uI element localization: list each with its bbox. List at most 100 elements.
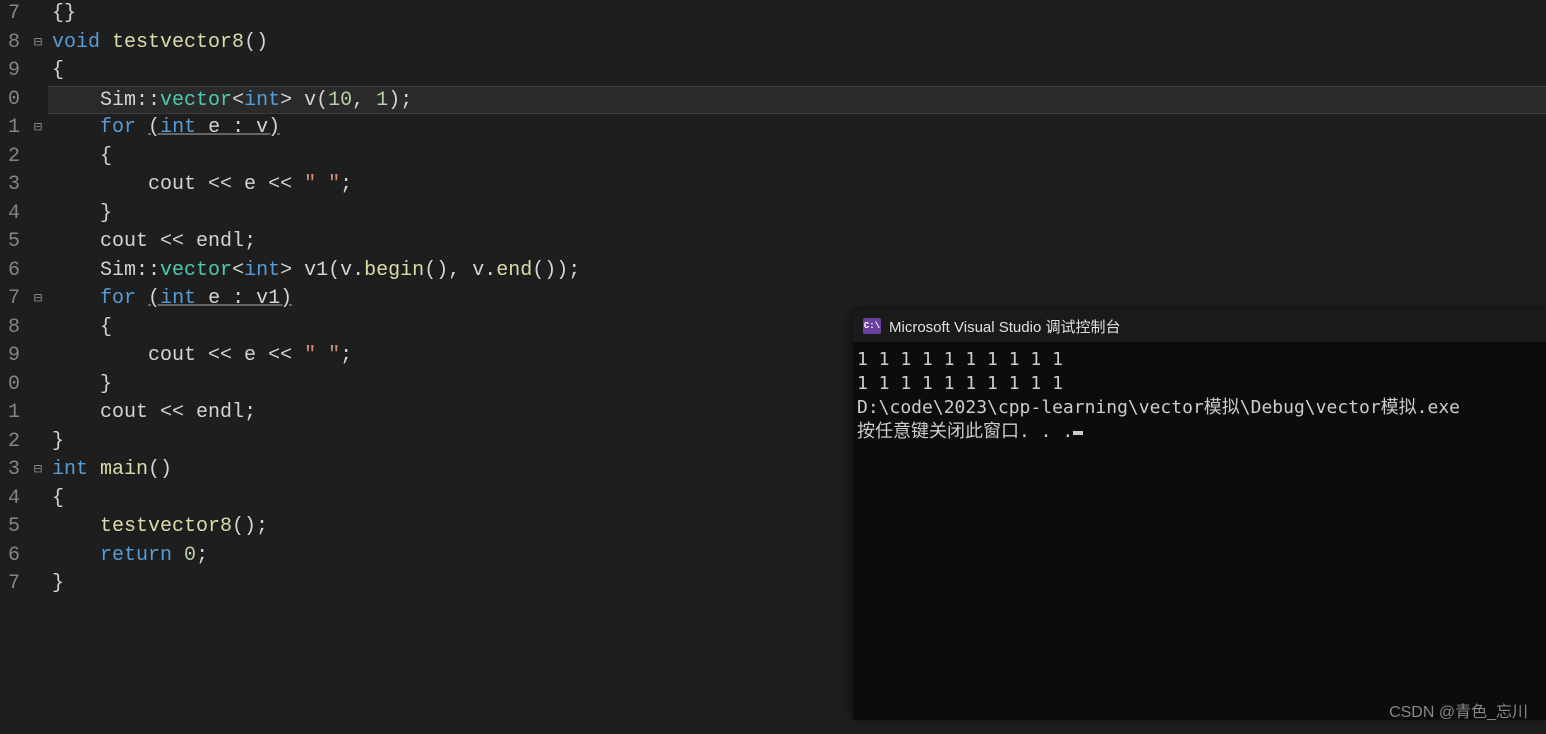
code-line[interactable]: { [52,143,1546,172]
fold-toggle-icon[interactable]: ⊟ [28,456,48,485]
code-token [100,31,112,54]
code-token: ( [148,116,160,139]
fold-toggle-icon[interactable]: ⊟ [28,285,48,314]
code-token: v [340,259,352,282]
code-token: :: [136,89,160,112]
code-line[interactable]: } [52,200,1546,229]
code-token [52,373,100,396]
fold-spacer [28,314,48,343]
code-token: 10 [328,89,352,112]
code-line[interactable]: {} [52,0,1546,29]
code-line[interactable]: cout << e << " "; [52,171,1546,200]
console-titlebar[interactable]: C:\ Microsoft Visual Studio 调试控制台 [853,310,1546,342]
fold-spacer [28,513,48,542]
fold-spacer [28,228,48,257]
code-token: << [160,401,196,424]
line-number: 3 [0,456,20,485]
code-token: cout [148,173,208,196]
code-token: int [160,116,196,139]
line-number: 6 [0,257,20,286]
code-token: vector [160,89,232,112]
code-line[interactable]: void testvector8() [52,29,1546,58]
code-token: int [244,259,280,282]
fold-spacer [28,57,48,86]
code-token: main [100,458,148,481]
fold-spacer [28,342,48,371]
line-number-gutter: 789012345678901234567 [0,0,28,734]
code-token: << [208,173,244,196]
code-token: v [244,116,268,139]
code-token: ( [316,89,328,112]
code-token: . [484,259,496,282]
code-token: 0 [184,544,196,567]
fold-spacer [28,371,48,400]
code-token: " " [304,173,340,196]
code-token: { [100,316,112,339]
code-token: for [100,116,136,139]
code-token [52,145,100,168]
code-line[interactable]: Sim::vector<int> v1(v.begin(), v.end()); [52,257,1546,286]
code-token: } [100,373,112,396]
fold-toggle-icon[interactable]: ⊟ [28,114,48,143]
code-line[interactable]: for (int e : v) [52,114,1546,143]
code-token [52,287,100,310]
code-token: (); [232,515,268,538]
line-number: 1 [0,399,20,428]
fold-spacer [28,171,48,200]
code-token: testvector8 [100,515,232,538]
fold-spacer [28,200,48,229]
code-token: cout [100,401,160,424]
code-token: cout [100,230,160,253]
code-token: < [232,259,244,282]
line-number: 9 [0,342,20,371]
code-token [52,259,100,282]
console-app-icon: C:\ [863,318,881,334]
fold-spacer [28,257,48,286]
code-token: e [196,116,232,139]
code-token: int [244,89,280,112]
fold-spacer [28,399,48,428]
code-token: ; [244,401,256,424]
fold-spacer [28,542,48,571]
code-token [52,173,148,196]
code-token: } [100,202,112,225]
code-token [52,202,100,225]
code-token: { [100,145,112,168]
console-title: Microsoft Visual Studio 调试控制台 [889,316,1120,337]
debug-console-window[interactable]: C:\ Microsoft Visual Studio 调试控制台 1 1 1 … [853,310,1546,720]
code-token: . [352,259,364,282]
line-number: 7 [0,0,20,29]
code-token: e [244,173,268,196]
code-token: 1 [376,89,388,112]
code-token: ()); [532,259,580,282]
console-output[interactable]: 1 1 1 1 1 1 1 1 1 11 1 1 1 1 1 1 1 1 1D:… [853,342,1546,450]
code-token [136,287,148,310]
line-number: 0 [0,86,20,115]
fold-spacer [28,86,48,115]
code-line[interactable]: cout << endl; [52,228,1546,257]
console-line: 按任意键关闭此窗口. . . [857,420,1542,444]
fold-gutter[interactable]: ⊟ ⊟ ⊟ ⊟ [28,0,48,734]
fold-spacer [28,570,48,599]
code-token: () [244,31,268,54]
fold-spacer [28,428,48,457]
code-token [136,116,148,139]
line-number: 8 [0,29,20,58]
line-number: 4 [0,200,20,229]
code-line[interactable]: Sim::vector<int> v(10, 1); [48,86,1546,115]
code-token: end [496,259,532,282]
code-token: e [196,287,232,310]
line-number: 1 [0,114,20,143]
code-token: v1 [244,287,280,310]
console-line: 1 1 1 1 1 1 1 1 1 1 [857,372,1542,396]
fold-toggle-icon[interactable]: ⊟ [28,29,48,58]
code-token [172,544,184,567]
line-number: 2 [0,143,20,172]
line-number: 2 [0,428,20,457]
code-token: } [52,430,64,453]
code-line[interactable]: { [52,57,1546,86]
code-token: ) [280,287,292,310]
code-token [52,401,100,424]
code-token: v1 [304,259,328,282]
code-token: :: [136,259,160,282]
